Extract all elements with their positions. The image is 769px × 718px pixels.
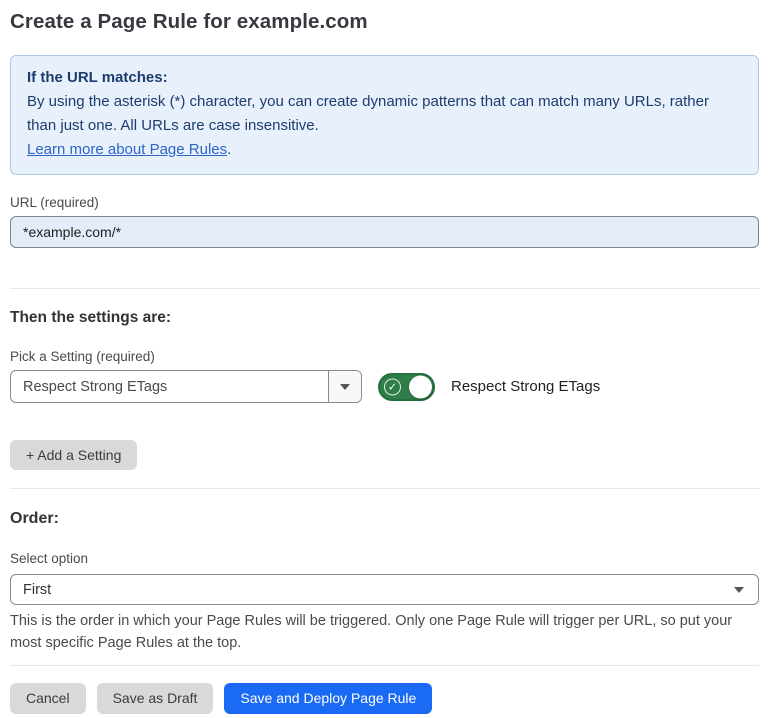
order-select-label: Select option bbox=[10, 551, 759, 566]
toggle-knob bbox=[409, 375, 432, 398]
link-suffix: . bbox=[227, 141, 231, 158]
info-box-body: By using the asterisk (*) character, you… bbox=[27, 90, 742, 138]
info-box-heading: If the URL matches: bbox=[27, 66, 742, 90]
cancel-button[interactable]: Cancel bbox=[10, 683, 86, 714]
info-box-link-line: Learn more about Page Rules. bbox=[27, 138, 742, 162]
setting-select-arrow-button[interactable] bbox=[328, 371, 361, 402]
order-section-heading: Order: bbox=[10, 510, 759, 528]
footer-actions: Cancel Save as Draft Save and Deploy Pag… bbox=[10, 683, 759, 714]
create-page-rule-form: Create a Page Rule for example.com If th… bbox=[0, 10, 769, 714]
url-field-label: URL (required) bbox=[10, 195, 759, 210]
divider bbox=[10, 288, 759, 289]
setting-select-value: Respect Strong ETags bbox=[11, 371, 328, 402]
setting-picker-label: Pick a Setting (required) bbox=[10, 349, 759, 364]
order-help-text: This is the order in which your Page Rul… bbox=[10, 610, 759, 654]
chevron-down-icon bbox=[340, 384, 350, 390]
order-select-value: First bbox=[11, 582, 734, 598]
check-icon: ✓ bbox=[384, 378, 401, 395]
chevron-down-icon bbox=[734, 587, 744, 593]
url-matches-info-box: If the URL matches: By using the asteris… bbox=[10, 55, 759, 175]
setting-select[interactable]: Respect Strong ETags bbox=[10, 370, 362, 403]
save-draft-button[interactable]: Save as Draft bbox=[97, 683, 214, 714]
divider bbox=[10, 665, 759, 666]
settings-section-heading: Then the settings are: bbox=[10, 309, 759, 327]
save-deploy-button[interactable]: Save and Deploy Page Rule bbox=[224, 683, 432, 714]
setting-toggle-label: Respect Strong ETags bbox=[451, 378, 600, 395]
add-setting-button[interactable]: + Add a Setting bbox=[10, 440, 137, 470]
page-title: Create a Page Rule for example.com bbox=[10, 10, 759, 34]
url-input[interactable] bbox=[10, 216, 759, 248]
setting-toggle[interactable]: ✓ bbox=[378, 373, 435, 401]
setting-row: Respect Strong ETags ✓ Respect Strong ET… bbox=[10, 370, 759, 403]
order-select[interactable]: First bbox=[10, 574, 759, 605]
learn-more-link[interactable]: Learn more about Page Rules bbox=[27, 141, 227, 158]
divider bbox=[10, 488, 759, 489]
